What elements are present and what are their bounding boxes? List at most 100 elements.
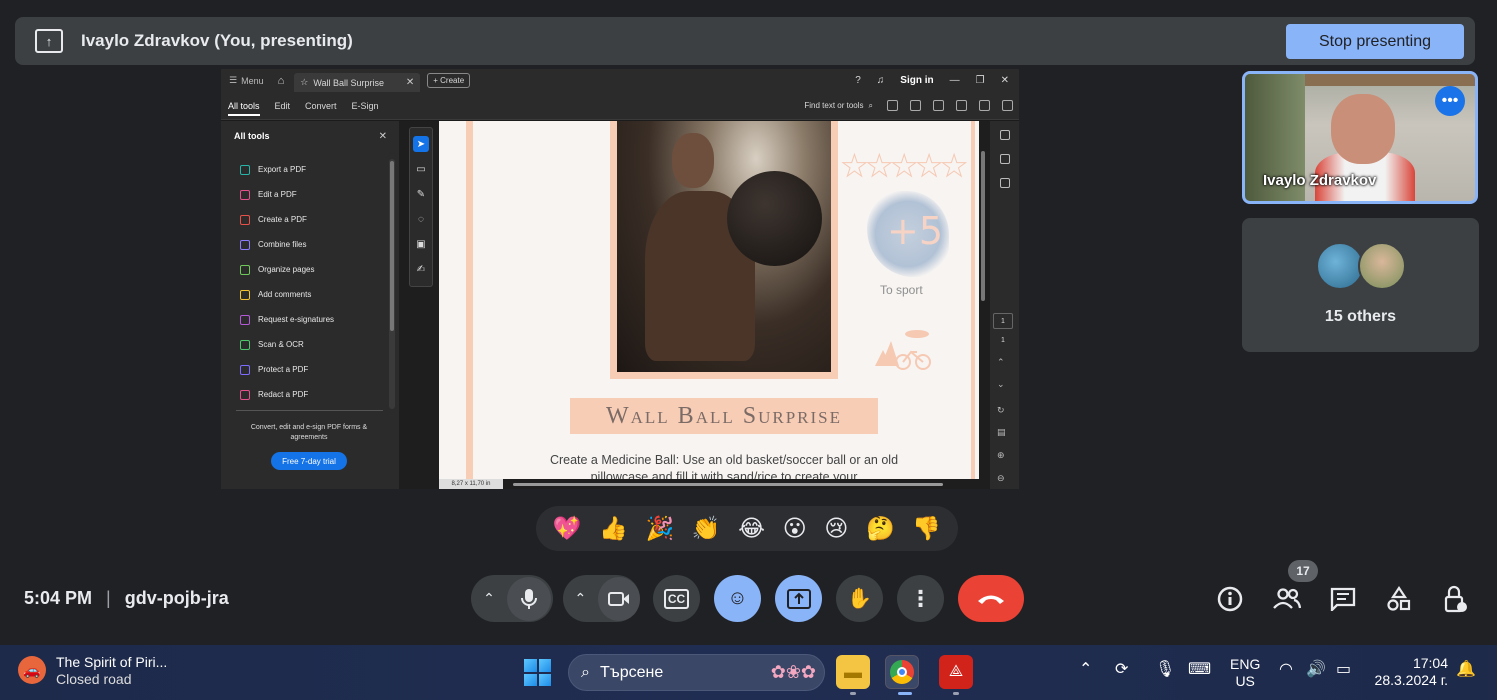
keyboard-icon[interactable]: ⌨	[1188, 659, 1211, 679]
system-clock[interactable]: 17:04 28.3.2024 г.	[1372, 655, 1448, 689]
acrobat-menu[interactable]: ☰ Menu	[229, 75, 264, 86]
tool-item[interactable]: Organize pages	[240, 257, 334, 282]
pen-tool-icon[interactable]: ✎	[413, 186, 429, 202]
microphone-button[interactable]	[507, 576, 551, 621]
leave-call-button[interactable]	[958, 575, 1024, 622]
bell-icon[interactable]: ♫	[877, 75, 885, 86]
zoom-in-icon[interactable]: ⊕	[997, 450, 1005, 461]
restore-icon[interactable]: ❐	[976, 75, 985, 86]
captions-button[interactable]: CC	[653, 575, 700, 622]
close-panel-icon[interactable]: ✕	[379, 131, 387, 142]
minimize-icon[interactable]: —	[950, 75, 960, 86]
stop-presenting-button[interactable]: Stop presenting	[1286, 24, 1464, 59]
horizontal-scrollbar[interactable]	[513, 483, 943, 486]
rotate-icon[interactable]: ↻	[997, 405, 1005, 416]
tool-item[interactable]: Edit a PDF	[240, 182, 334, 207]
document-tab[interactable]: ☆ Wall Ball Surprise ✕	[294, 73, 421, 92]
panel-scroll-thumb[interactable]	[390, 161, 394, 331]
reaction-clap-icon[interactable]: 👏	[692, 515, 721, 542]
volume-icon[interactable]: 🔊	[1306, 659, 1326, 679]
zoom-search-icon[interactable]	[956, 100, 967, 111]
tool-item[interactable]: Redact a PDF	[240, 382, 334, 407]
file-explorer-icon[interactable]: ▬	[836, 655, 870, 689]
tool-item[interactable]: Create a PDF	[240, 207, 334, 232]
panel-scrollbar[interactable]	[389, 159, 395, 409]
tool-item[interactable]: Export a PDF	[240, 157, 334, 182]
pages-panel-icon[interactable]	[999, 178, 1010, 188]
show-hidden-icons-icon[interactable]: ⌃	[1079, 659, 1092, 679]
activities-icon[interactable]	[1385, 585, 1413, 613]
close-tab-icon[interactable]: ✕	[406, 77, 414, 88]
reaction-laugh-icon[interactable]: 😂	[738, 516, 765, 542]
print-icon[interactable]	[933, 100, 944, 111]
wifi-icon[interactable]: ◠	[1279, 659, 1293, 679]
reaction-thumbs-up-icon[interactable]: 👍	[599, 515, 628, 542]
page-tools-icon[interactable]: ▤	[997, 427, 1006, 438]
upload-icon[interactable]	[910, 100, 921, 111]
close-window-icon[interactable]: ✕	[1001, 75, 1009, 86]
battery-icon[interactable]: ▭	[1336, 659, 1351, 679]
sign-in-link[interactable]: Sign in	[900, 75, 933, 86]
reaction-party-icon[interactable]: 🎉	[646, 515, 675, 542]
text-select-tool-icon[interactable]: ▣	[413, 236, 429, 252]
lasso-tool-icon[interactable]: ◌	[413, 211, 429, 227]
tab-convert[interactable]: Convert	[305, 101, 337, 111]
reactions-button[interactable]: ☺	[714, 575, 761, 622]
notification-bell-icon[interactable]: 🔔	[1456, 659, 1476, 679]
raise-hand-button[interactable]: ✋	[836, 575, 883, 622]
tool-item[interactable]: Combine files	[240, 232, 334, 257]
save-icon[interactable]	[887, 100, 898, 111]
zoom-out-icon[interactable]: ⊖	[997, 473, 1005, 484]
home-icon[interactable]: ⌂	[278, 75, 285, 87]
tile-more-options-button[interactable]: •••	[1435, 86, 1465, 116]
mail-icon[interactable]	[1002, 100, 1013, 111]
comment-tool-icon[interactable]: ▭	[413, 161, 429, 177]
find-tools[interactable]: Find text or tools ⌕	[804, 101, 873, 111]
audio-options-chevron-icon[interactable]: ⌃	[471, 590, 507, 607]
page-up-icon[interactable]: ⌃	[997, 357, 1005, 368]
taskbar-search[interactable]: ⌕ Търсене ✿❀✿	[568, 654, 825, 691]
free-trial-button[interactable]: Free 7-day trial	[271, 452, 347, 470]
select-tool-icon[interactable]: ➤	[413, 136, 429, 152]
host-controls-icon[interactable]	[1442, 585, 1470, 613]
others-tile[interactable]: 15 others	[1242, 218, 1479, 352]
help-icon[interactable]: ?	[855, 75, 861, 86]
link-icon[interactable]	[979, 100, 990, 111]
tool-item[interactable]: Add comments	[240, 282, 334, 307]
comment-panel-icon[interactable]	[999, 130, 1010, 140]
self-video-tile[interactable]: Ivaylo Zdravkov •••	[1242, 71, 1478, 204]
reaction-surprised-icon[interactable]: 😮	[783, 516, 807, 542]
reaction-thinking-icon[interactable]: 🤔	[866, 515, 895, 542]
watercolor-splash: +5	[867, 191, 949, 277]
bookmark-panel-icon[interactable]	[999, 154, 1010, 164]
microphone-tray-icon[interactable]: 🎙	[1155, 659, 1175, 679]
reaction-sad-icon[interactable]: 😢	[824, 516, 848, 542]
present-button[interactable]	[775, 575, 822, 622]
windows-start-icon[interactable]	[524, 659, 551, 686]
sync-icon[interactable]: ⟳	[1115, 659, 1128, 679]
language-indicator[interactable]: ENG US	[1230, 656, 1260, 690]
vertical-scrollbar[interactable]	[981, 151, 985, 301]
more-options-button[interactable]: ⋮	[897, 575, 944, 622]
tab-edit[interactable]: Edit	[275, 101, 291, 111]
page-down-icon[interactable]: ⌄	[997, 379, 1005, 390]
tool-item[interactable]: Protect a PDF	[240, 357, 334, 382]
page-number-input[interactable]: 1	[993, 313, 1013, 329]
create-button[interactable]: + Create	[427, 73, 471, 88]
meeting-details-icon[interactable]	[1216, 585, 1244, 613]
tab-all-tools[interactable]: All tools	[228, 96, 260, 116]
tab-esign[interactable]: E-Sign	[352, 101, 379, 111]
people-icon[interactable]	[1273, 585, 1301, 613]
reaction-thumbs-down-icon[interactable]: 👎	[912, 515, 941, 542]
news-widget[interactable]: 🚗 The Spirit of Piri... Closed road	[18, 653, 167, 687]
document-canvas: ➤ ▭ ✎ ◌ ▣ ✍ ★★★★★ +5 To sport Wall Ball …	[399, 121, 1019, 489]
tool-item[interactable]: Scan & OCR	[240, 332, 334, 357]
sign-tool-icon[interactable]: ✍	[413, 261, 429, 277]
tool-item[interactable]: Request e-signatures	[240, 307, 334, 332]
camera-button[interactable]	[597, 576, 640, 621]
chat-icon[interactable]	[1329, 585, 1357, 613]
video-options-chevron-icon[interactable]: ⌃	[563, 590, 598, 607]
acrobat-icon[interactable]: ⟁	[939, 655, 973, 689]
chrome-icon[interactable]	[885, 655, 919, 689]
reaction-heart-icon[interactable]: 💖	[553, 515, 582, 542]
